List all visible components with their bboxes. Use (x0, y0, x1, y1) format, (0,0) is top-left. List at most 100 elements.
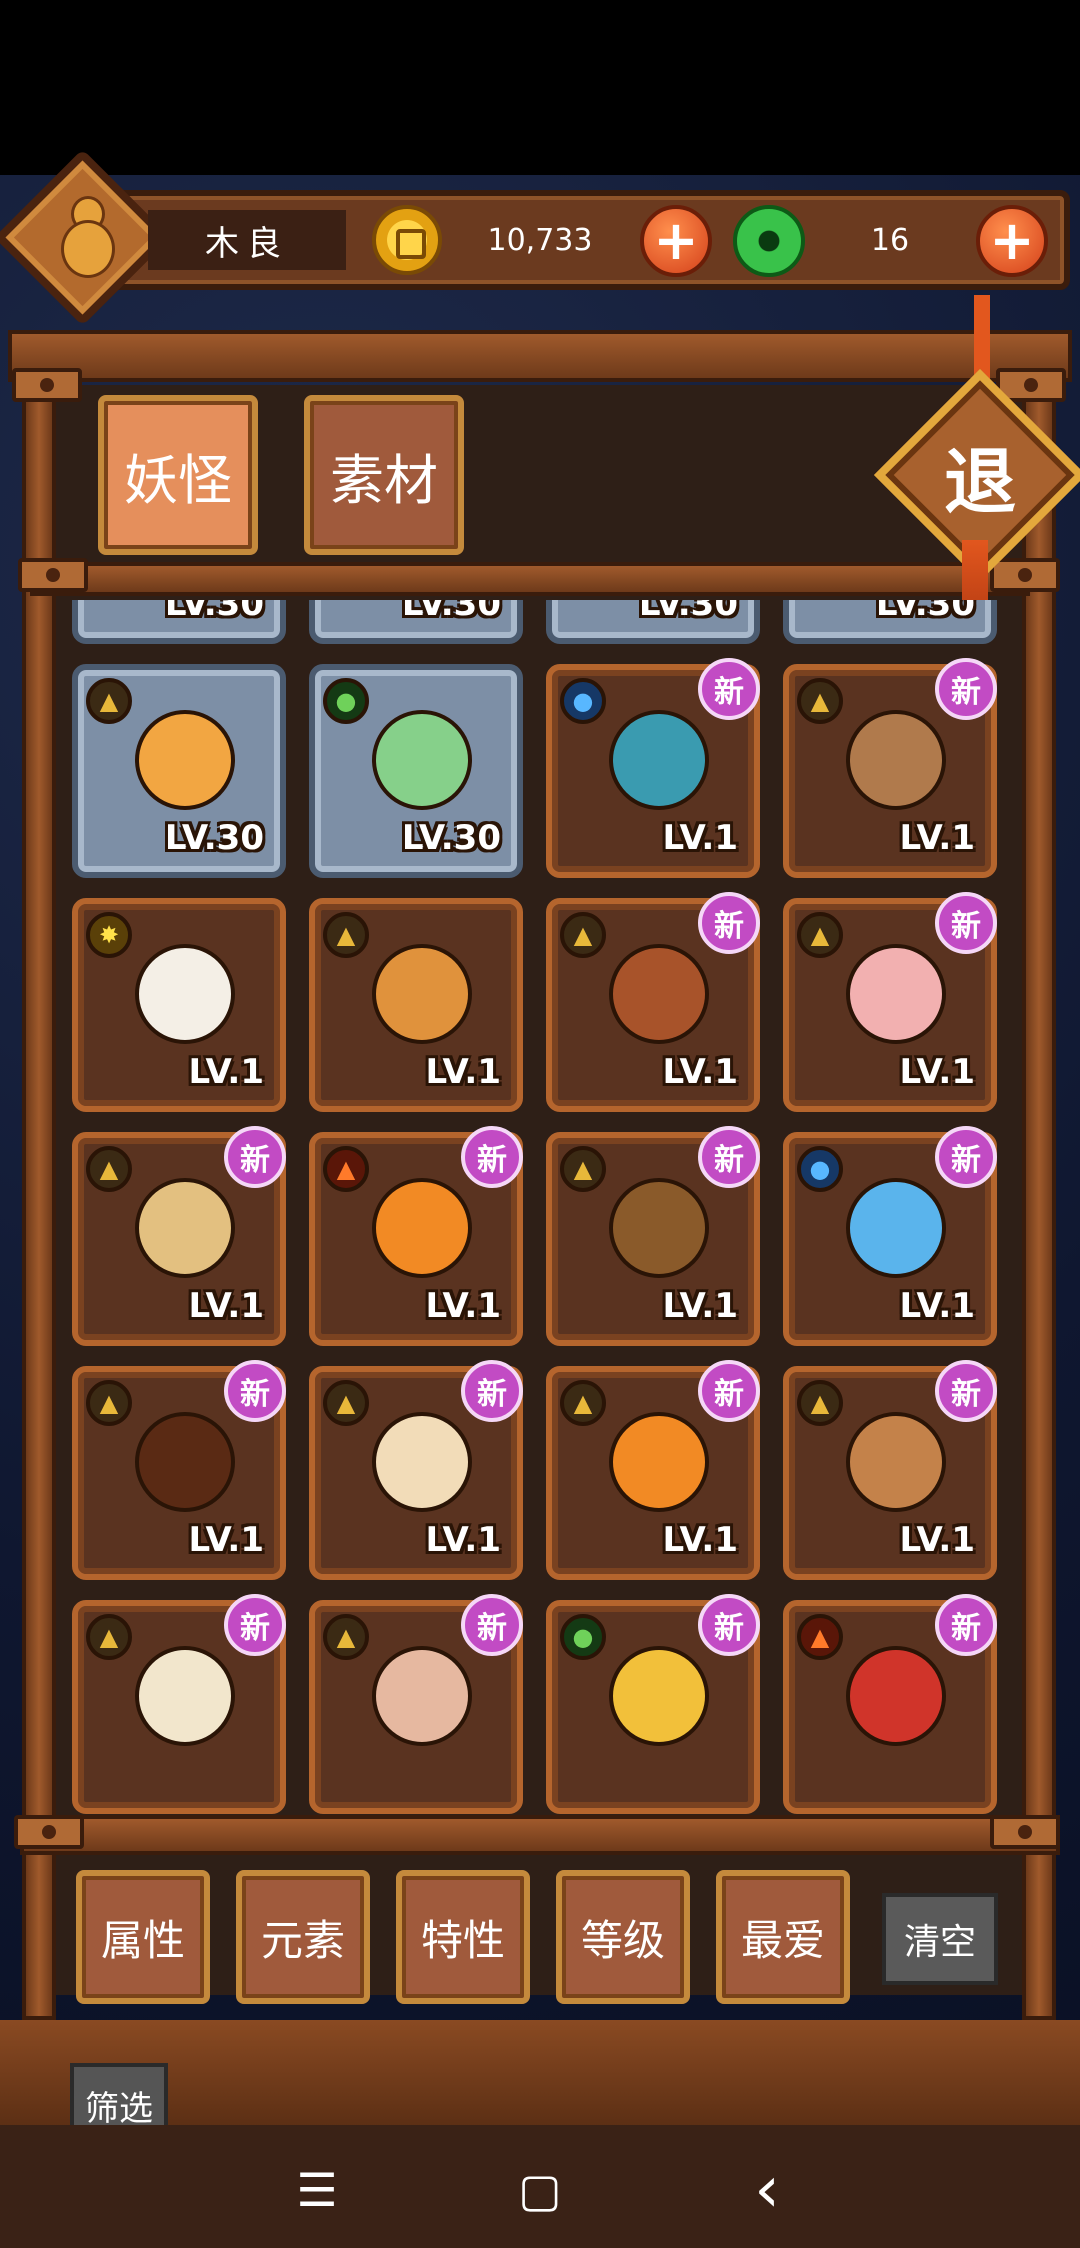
filter-favorite-button[interactable]: 最爱 (716, 1870, 850, 2004)
monster-portrait (372, 710, 472, 810)
level-label: LV.1 (662, 818, 739, 858)
monster-card[interactable]: ● 新 LV.1 (783, 1126, 997, 1346)
new-badge: 新 (935, 1126, 997, 1188)
home-icon[interactable]: ▢ (510, 2160, 570, 2220)
new-badge: 新 (698, 1360, 760, 1422)
earth-element-icon: ▲ (86, 1614, 132, 1660)
earth-element-icon: ▲ (560, 1380, 606, 1426)
new-badge: 新 (461, 1360, 523, 1422)
sun-element-icon: ✸ (86, 912, 132, 958)
monster-portrait (609, 710, 709, 810)
level-label: LV.1 (188, 1520, 265, 1560)
monster-card[interactable]: ▲ 新 LV.1 (546, 1126, 760, 1346)
level-label: LV.30 (638, 600, 738, 624)
monster-portrait (135, 1178, 235, 1278)
level-label: LV.30 (401, 818, 501, 858)
earth-element-icon: ▲ (86, 678, 132, 724)
leaf-element-icon: ● (323, 678, 369, 724)
monster-card[interactable]: ▲ 新 LV.1 (72, 1360, 286, 1580)
gourd-icon (40, 190, 130, 280)
monster-portrait (846, 1178, 946, 1278)
monster-card[interactable]: ▲ 新 LV.1 (783, 658, 997, 878)
level-label: LV.30 (164, 818, 264, 858)
add-coins-button[interactable]: + (640, 205, 712, 277)
tab-shelf-beam (30, 562, 1030, 596)
bottom-shelf-beam (20, 1815, 1060, 1855)
monster-card[interactable]: ▲ 新 LV.1 (309, 1360, 523, 1580)
new-badge: 新 (698, 892, 760, 954)
monster-card[interactable]: LV.30 (309, 600, 523, 644)
jade-icon (733, 205, 805, 277)
monster-card[interactable]: ▲ 新 LV.1 (72, 1126, 286, 1346)
earth-element-icon: ▲ (323, 1380, 369, 1426)
earth-element-icon: ▲ (560, 912, 606, 958)
earth-element-icon: ▲ (797, 678, 843, 724)
tab-monsters[interactable]: 妖怪 (98, 395, 258, 555)
monster-card[interactable]: ▲ 新 (309, 1594, 523, 1814)
earth-element-icon: ▲ (86, 1146, 132, 1192)
new-badge: 新 (224, 1594, 286, 1656)
level-label: LV.1 (899, 1052, 976, 1092)
monster-portrait (609, 1646, 709, 1746)
monster-card[interactable]: ▲ 新 LV.1 (546, 1360, 760, 1580)
level-label: LV.1 (899, 1520, 976, 1560)
filter-level-button[interactable]: 等级 (556, 1870, 690, 2004)
earth-element-icon: ▲ (797, 912, 843, 958)
retreat-button[interactable]: 退 (905, 400, 1055, 550)
monster-card[interactable]: LV.30 (72, 600, 286, 644)
earth-element-icon: ▲ (797, 1380, 843, 1426)
monster-card[interactable]: ✸ LV.1 (72, 898, 286, 1112)
monster-card[interactable]: ▲ 新 LV.1 (783, 892, 997, 1112)
level-label: LV.1 (188, 1286, 265, 1326)
monster-card[interactable]: LV.30 (783, 600, 997, 644)
level-label: LV.30 (875, 600, 975, 624)
monster-card[interactable]: ● 新 (546, 1594, 760, 1814)
monster-card[interactable]: LV.30 (546, 600, 760, 644)
level-label: LV.1 (662, 1520, 739, 1560)
monster-portrait (609, 944, 709, 1044)
level-label: LV.1 (188, 1052, 265, 1092)
filter-attribute-button[interactable]: 属性 (76, 1870, 210, 2004)
level-label: LV.1 (899, 1286, 976, 1326)
monster-card[interactable]: ▲ 新 LV.1 (783, 1360, 997, 1580)
monster-card[interactable]: ▲ 新 (72, 1594, 286, 1814)
monster-card[interactable]: ▲ LV.30 (72, 664, 286, 878)
filter-trait-button[interactable]: 特性 (396, 1870, 530, 2004)
monster-portrait (609, 1178, 709, 1278)
monster-portrait (135, 1412, 235, 1512)
menu-icon[interactable]: ☰ (287, 2160, 347, 2220)
level-label: LV.1 (425, 1052, 502, 1092)
monster-card[interactable]: ▲ 新 LV.1 (546, 892, 760, 1112)
new-badge: 新 (935, 1594, 997, 1656)
monster-portrait (135, 710, 235, 810)
cabinet-left-post (22, 370, 56, 2020)
add-jade-button[interactable]: + (976, 205, 1048, 277)
monster-grid[interactable]: LV.30 LV.30 LV.30 LV.30 ▲ LV.30 ● LV.30 ● 新 LV.1 ▲ 新… (60, 600, 1020, 1815)
fire-element-icon: ▲ (323, 1146, 369, 1192)
back-icon[interactable]: ‹ (737, 2153, 797, 2227)
monster-portrait (846, 944, 946, 1044)
bracket (12, 368, 82, 402)
tab-materials[interactable]: 素材 (304, 395, 464, 555)
bracket (14, 1815, 84, 1849)
fire-element-icon: ▲ (797, 1614, 843, 1660)
monster-card[interactable]: ▲ 新 (783, 1594, 997, 1814)
level-label: LV.30 (164, 600, 264, 624)
level-label: LV.1 (662, 1286, 739, 1326)
jade-amount: 16 (870, 222, 910, 258)
monster-portrait (846, 1646, 946, 1746)
bracket (990, 558, 1060, 592)
earth-element-icon: ▲ (323, 1614, 369, 1660)
cabinet-right-post (1022, 370, 1056, 2020)
leaf-element-icon: ● (560, 1614, 606, 1660)
monster-card[interactable]: ● 新 LV.1 (546, 658, 760, 878)
clear-filters-button[interactable]: 清空 (882, 1893, 998, 1985)
monster-card[interactable]: ▲ LV.1 (309, 898, 523, 1112)
monster-card[interactable]: ● LV.30 (309, 664, 523, 878)
water-element-icon: ● (560, 678, 606, 724)
bracket (990, 1815, 1060, 1849)
filter-element-button[interactable]: 元素 (236, 1870, 370, 2004)
monster-card[interactable]: ▲ 新 LV.1 (309, 1126, 523, 1346)
earth-element-icon: ▲ (323, 912, 369, 958)
monster-portrait (135, 1646, 235, 1746)
